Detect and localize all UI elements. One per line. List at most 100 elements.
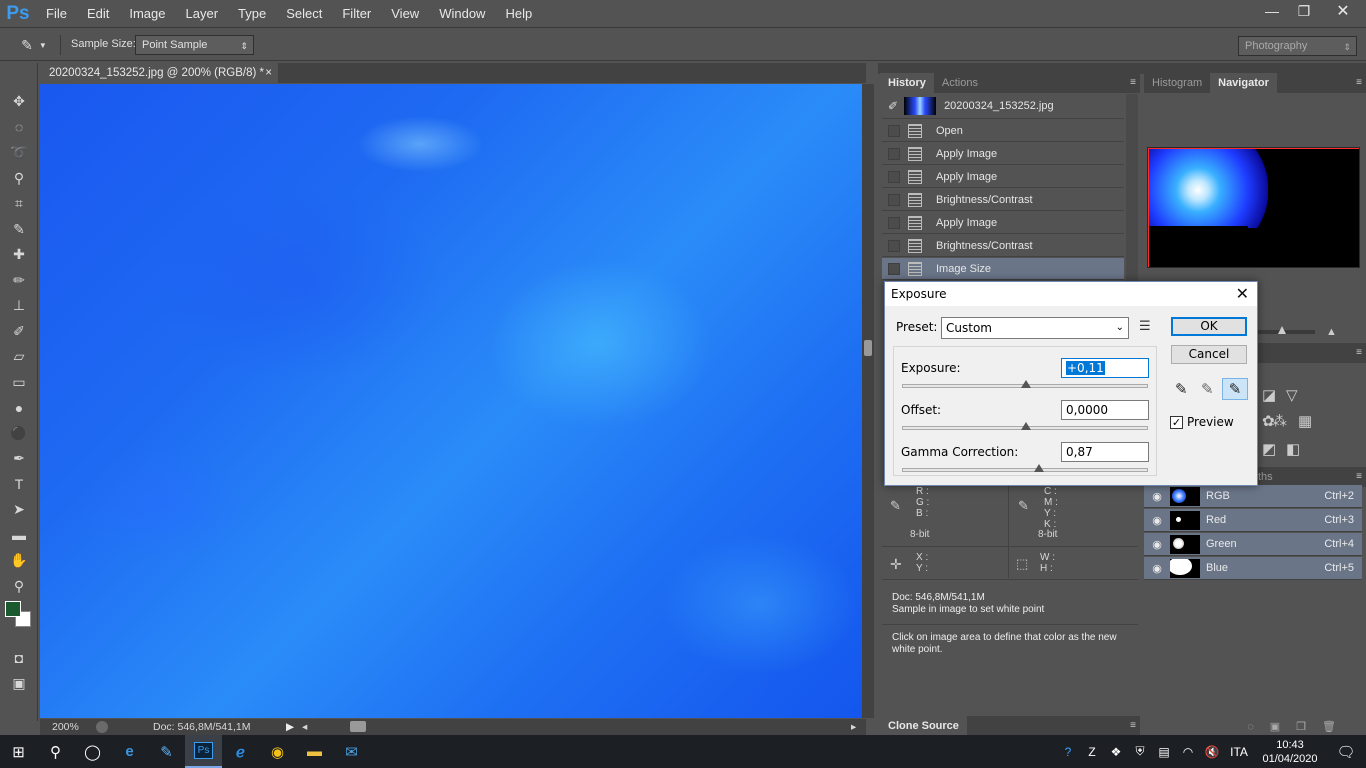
history-brush-source-checkbox[interactable] [888,262,900,275]
search-icon[interactable]: ⚲ [37,735,74,768]
action-center-icon[interactable]: 🗨 [1326,743,1366,761]
preset-select[interactable]: Custom ⌄ [941,317,1129,339]
scroll-left-icon[interactable]: ◂ [302,721,307,733]
history-step[interactable]: Brightness/Contrast [882,189,1124,211]
eraser-tool-icon[interactable]: ▱ [0,344,38,370]
offset-input[interactable]: 0,0000 [1061,400,1149,420]
navigator-zoom-knob[interactable] [1278,326,1286,334]
channel-row[interactable]: ◉ Green Ctrl+4 [1144,533,1362,556]
document-tab[interactable]: 20200324_153252.jpg @ 200% (RGB/8) * × [40,63,278,83]
adjustment-color-balance-icon[interactable]: ⁂ [1272,412,1287,430]
lasso-tool-icon[interactable]: ➰ [0,140,38,166]
history-scrollbar[interactable] [1126,94,1138,284]
adjustment-invert-icon[interactable]: ◩ [1262,440,1276,458]
zoom-level[interactable]: 200% [52,721,79,733]
tab-clone-source[interactable]: Clone Source [880,716,967,736]
black-point-eyedropper-icon[interactable]: ✎ [1175,380,1188,398]
menu-file[interactable]: File [36,0,77,28]
vertical-scrollbar[interactable] [862,84,874,718]
gamma-slider-knob[interactable] [1034,464,1044,472]
history-brush-source-checkbox[interactable] [888,124,900,137]
ok-button[interactable]: OK [1171,317,1247,336]
history-brush-source-checkbox[interactable] [888,170,900,183]
scroll-right-icon[interactable]: ▸ [851,721,856,733]
close-tab-icon[interactable]: × [265,63,272,83]
menu-filter[interactable]: Filter [332,0,381,28]
history-brush-source-checkbox[interactable] [888,147,900,160]
offset-slider-knob[interactable] [1021,422,1031,430]
exposure-input[interactable]: +0,11 [1061,358,1149,378]
history-brush-source-checkbox[interactable] [888,239,900,252]
channel-row[interactable]: ◉ RGB Ctrl+2 [1144,485,1362,508]
sample-size-select[interactable]: Point Sample ⇕ [135,35,254,55]
history-step[interactable]: Apply Image [882,166,1124,188]
clone-stamp-tool-icon[interactable]: ⊥ [0,293,38,319]
menu-image[interactable]: Image [119,0,175,28]
save-selection-icon[interactable]: ▣ [1270,720,1280,733]
marquee-tool-icon[interactable]: ◌ [0,115,38,141]
eye-icon[interactable]: ◉ [1148,538,1166,551]
cmyk-eyedropper-icon[interactable]: ✎ [1018,498,1029,514]
volume-muted-icon[interactable]: 🔇 [1200,745,1224,759]
zoom-tool-icon[interactable]: ⚲ [0,574,38,600]
task-view-icon[interactable]: ◯ [74,735,111,768]
panel-menu-icon[interactable]: ≡ [1356,73,1362,93]
status-menu-arrow-icon[interactable]: ▶ [286,721,294,733]
dropbox-tray-icon[interactable]: ❖ [1104,745,1128,759]
rgb-eyedropper-icon[interactable]: ✎ [890,498,901,514]
eye-icon[interactable]: ◉ [1148,490,1166,503]
photoshop-taskbar-icon[interactable]: Ps [185,735,222,768]
adjustment-gradient-map-icon[interactable]: ▽ [1286,386,1298,404]
menu-window[interactable]: Window [429,0,495,28]
rectangle-tool-icon[interactable]: ▬ [0,523,38,549]
healing-brush-tool-icon[interactable]: ✚ [0,242,38,268]
minimize-button[interactable]: — [1256,0,1288,22]
path-selection-tool-icon[interactable]: ➤ [0,497,38,523]
menu-type[interactable]: Type [228,0,276,28]
crop-tool-icon[interactable]: ⌗ [0,191,38,217]
tab-navigator[interactable]: Navigator [1210,73,1277,93]
help-tray-icon[interactable]: ? [1056,745,1080,759]
history-step[interactable]: Apply Image [882,212,1124,234]
history-brush-tool-icon[interactable]: ✐ [0,319,38,345]
app-tray-icon[interactable]: Z [1080,745,1104,759]
taskbar-clock[interactable]: 10:43 01/04/2020 [1254,738,1326,766]
history-step-active[interactable]: Image Size [882,258,1124,280]
chrome-icon[interactable]: ◉ [259,735,296,768]
history-step[interactable]: Brightness/Contrast [882,235,1124,257]
preview-checkbox[interactable]: ✓ [1170,416,1183,429]
horizontal-scroll-thumb[interactable] [350,721,366,732]
status-info-icon[interactable] [96,721,108,733]
type-tool-icon[interactable]: T [0,472,38,498]
quick-selection-tool-icon[interactable]: ⚲ [0,166,38,192]
eyedropper-tool-preset-icon[interactable]: ✎ ▼ [12,34,56,56]
navigator-view-box[interactable] [1148,148,1359,267]
tab-histogram[interactable]: Histogram [1144,73,1210,93]
panel-menu-icon[interactable]: ≡ [1356,343,1362,363]
pen-tool-icon[interactable]: ✒ [0,446,38,472]
hand-tool-icon[interactable]: ✋ [0,548,38,574]
gradient-tool-icon[interactable]: ▭ [0,370,38,396]
panel-menu-icon[interactable]: ≡ [1130,73,1136,93]
channel-row[interactable]: ◉ Blue Ctrl+5 [1144,557,1362,580]
brush-tool-icon[interactable]: ✏ [0,268,38,294]
preset-options-icon[interactable]: ☰ [1139,319,1151,334]
panel-menu-icon[interactable]: ≡ [1356,467,1362,487]
foreground-color-swatch[interactable] [5,601,21,617]
workspace-select[interactable]: Photography ⇕ [1238,36,1357,56]
windows-start-icon[interactable]: ⊞ [0,735,37,768]
adjustment-lookup-icon[interactable]: ▦ [1298,412,1312,430]
panel-menu-icon[interactable]: ≡ [1130,716,1136,736]
history-brush-source-checkbox[interactable] [888,193,900,206]
input-language[interactable]: ITA [1224,745,1254,759]
tab-history[interactable]: History [880,73,934,93]
restore-button[interactable]: ❐ [1288,0,1320,22]
exposure-slider[interactable] [902,380,1148,388]
delete-channel-icon[interactable]: 🗑 [1322,720,1336,733]
history-brush-source-checkbox[interactable] [888,216,900,229]
move-tool-icon[interactable]: ✥ [0,89,38,115]
menu-help[interactable]: Help [495,0,542,28]
vertical-scroll-thumb[interactable] [864,340,872,356]
history-step[interactable]: Open [882,120,1124,142]
pinned-app-icon[interactable]: ✎ [148,735,185,768]
